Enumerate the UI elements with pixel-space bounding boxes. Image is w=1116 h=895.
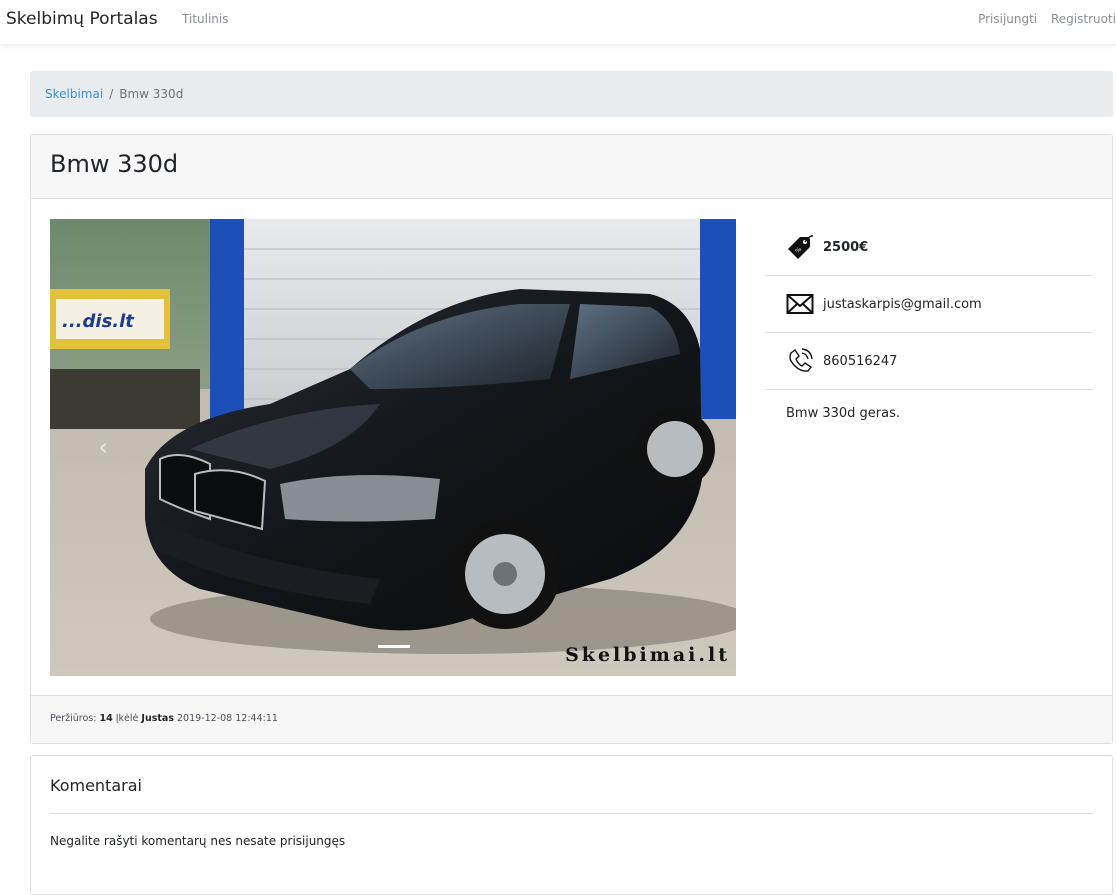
carousel-prev-button[interactable]: ‹ — [88, 427, 118, 467]
views-count: 14 — [99, 713, 113, 724]
email-value: justaskarpis@gmail.com — [823, 296, 982, 312]
brand-link[interactable]: Skelbimų Portalas — [6, 9, 158, 29]
auth-links: Prisijungti Registruoti — [968, 12, 1116, 26]
listing-header: Bmw 330d — [31, 135, 1112, 199]
phone-icon — [786, 347, 814, 375]
listing-card: Bmw 330d ...dis.lt ‹ Skelbimai.lt % 2500… — [30, 134, 1113, 744]
listing-description: Bmw 330d geras. — [786, 406, 901, 421]
breadcrumb-separator: / — [109, 87, 114, 101]
phone-row: 860516247 — [765, 333, 1093, 390]
email-row: justaskarpis@gmail.com — [765, 276, 1093, 333]
car-photo: ...dis.lt — [50, 219, 736, 676]
svg-text:...dis.lt: ...dis.lt — [62, 311, 135, 332]
login-link[interactable]: Prisijungti — [978, 12, 1037, 26]
comments-notice: Negalite rašyti komentarų nes nesate pri… — [50, 834, 346, 848]
top-navbar: Skelbimų Portalas Titulinis Prisijungti … — [0, 0, 1116, 45]
breadcrumb-parent-link[interactable]: Skelbimai — [45, 87, 103, 101]
phone-value: 860516247 — [823, 353, 898, 369]
image-watermark: Skelbimai.lt — [565, 644, 730, 666]
listing-title: Bmw 330d — [50, 150, 179, 178]
uploaded-label: Įkėlė — [115, 713, 139, 724]
listing-footer: Peržiūros: 14 Įkėlė Justas 2019-12-08 12… — [31, 695, 1112, 743]
comments-title: Komentarai — [50, 756, 1093, 814]
price-row: % 2500€ — [765, 219, 1093, 276]
breadcrumb: Skelbimai / Bmw 330d — [30, 71, 1113, 117]
image-carousel[interactable]: ...dis.lt ‹ Skelbimai.lt — [50, 219, 736, 676]
register-link[interactable]: Registruoti — [1051, 12, 1116, 26]
price-value: 2500€ — [823, 239, 869, 255]
views-label: Peržiūros: — [50, 713, 97, 724]
envelope-icon — [786, 290, 814, 318]
breadcrumb-current: Bmw 330d — [119, 87, 184, 101]
nav-home-link[interactable]: Titulinis — [182, 12, 228, 26]
listing-info: % 2500€ justaskarpis@gmail.com 860516247… — [765, 219, 1093, 437]
author-name: Justas — [141, 713, 174, 724]
comments-card: Komentarai Negalite rašyti komentarų nes… — [30, 755, 1113, 895]
carousel-indicator[interactable] — [378, 645, 410, 648]
posted-date: 2019-12-08 12:44:11 — [177, 713, 278, 724]
price-tag-icon: % — [786, 233, 814, 261]
